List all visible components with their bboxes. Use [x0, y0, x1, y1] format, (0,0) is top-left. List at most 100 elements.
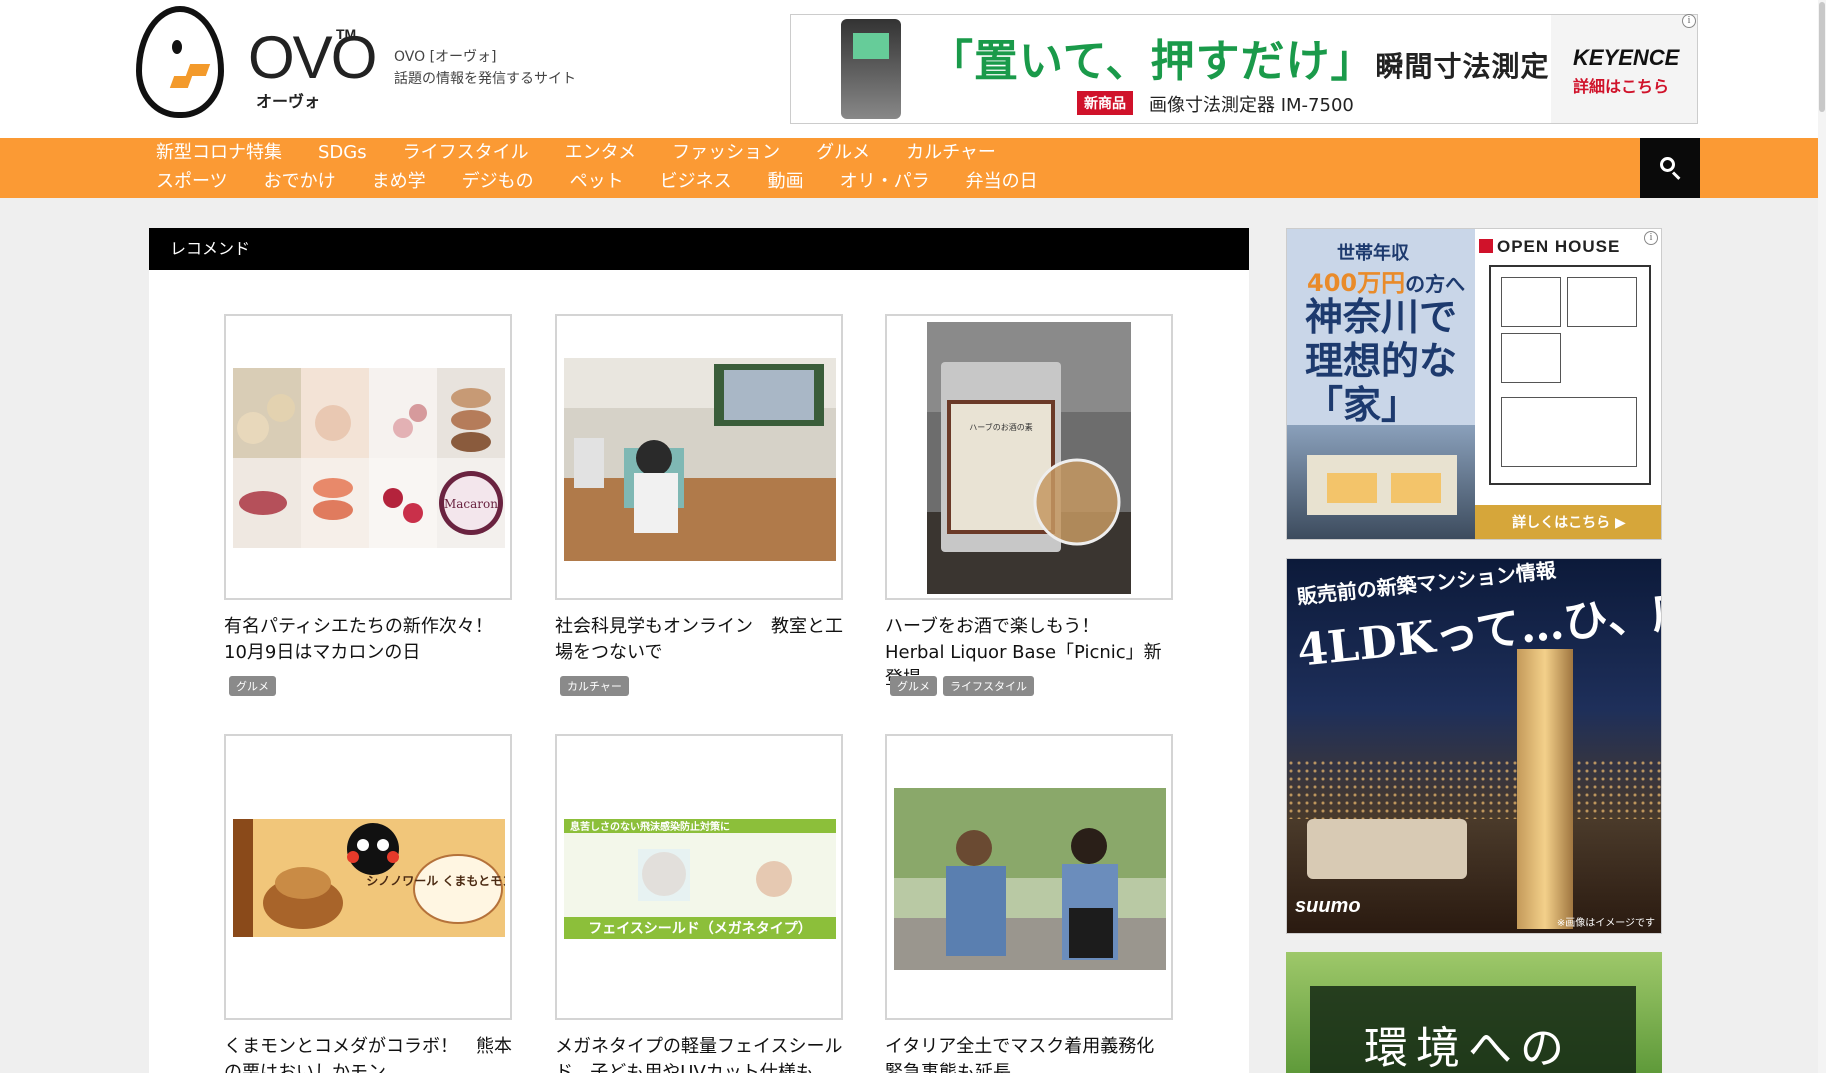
open-house-brand-text: OPEN HOUSE — [1497, 237, 1621, 256]
article-title[interactable]: くまモンとコメダがコラボ！ 熊本の栗はおいしかモン — [224, 1034, 514, 1073]
floor-plan-room — [1567, 277, 1637, 327]
search-icon — [1660, 157, 1675, 172]
egg-mascot-icon — [136, 6, 224, 118]
site-header: OVO TM オーヴォ OVO [オーヴォ] 話題の情報を発信するサイト 「置い… — [0, 0, 1826, 138]
article-tags: グルメ — [229, 676, 276, 696]
ad-headline-main: 「置いて、押すだけ」 — [929, 36, 1376, 87]
floor-plan-room — [1501, 277, 1561, 327]
main-content: レコメンド Macaron 有名パティシエたちの新作次々！ 10月9日はマカロン… — [149, 228, 1249, 1073]
forest-ad-text: 環境への — [1364, 1023, 1572, 1073]
page-scrollbar[interactable] — [1818, 0, 1826, 1073]
article-title[interactable]: メガネタイプの軽量フェイスシールド、子ども用やUVカット仕様も — [555, 1034, 845, 1073]
tag-gourmet[interactable]: グルメ — [229, 676, 276, 696]
nav-item-business[interactable]: ビジネス — [660, 169, 732, 199]
article-thumbnail[interactable]: Macaron — [224, 314, 512, 600]
macaron-collage-image: Macaron — [233, 368, 505, 548]
liquor-package-label: ハーブのお酒の素 — [969, 422, 1033, 432]
tag-lifestyle[interactable]: ライフスタイル — [943, 676, 1034, 696]
logo-trademark: TM — [336, 26, 357, 42]
ad-brand: KEYENCE — [1573, 45, 1680, 70]
faceshield-bottom-text: フェイスシールド（メガネタイプ） — [588, 921, 812, 937]
article-title[interactable]: イタリア全土でマスク着用義務化 緊急事態も延長 — [885, 1034, 1175, 1073]
nav-item-pet[interactable]: ペット — [570, 169, 624, 199]
nav-item-corona[interactable]: 新型コロナ特集 — [156, 140, 282, 170]
ad-headline: 「置いて、押すだけ」瞬間寸法測定 — [929, 25, 1550, 89]
macaron-label: Macaron — [444, 497, 498, 511]
ad-headline-rest: 瞬間寸法測定 — [1375, 50, 1550, 83]
night-city-lights — [1287, 759, 1661, 819]
ad-info-icon[interactable]: i — [1644, 231, 1658, 245]
site-tagline: 話題の情報を発信するサイト — [394, 71, 576, 87]
open-house-line2-suffix: の方へ — [1405, 272, 1466, 296]
open-house-ad-left: 世帯年収 400万円の方へ 神奈川で理想的な「家」を。 — [1287, 229, 1475, 539]
article-title[interactable]: 有名パティシエたちの新作次々！ 10月9日はマカロンの日 — [224, 614, 514, 666]
open-house-line1: 世帯年収 — [1337, 243, 1409, 264]
open-house-ad[interactable]: 世帯年収 400万円の方へ 神奈川で理想的な「家」を。 OPEN HOUSE 詳… — [1286, 228, 1662, 540]
nav-item-sports[interactable]: スポーツ — [156, 169, 228, 199]
nav-item-fashion[interactable]: ファッション — [672, 140, 780, 170]
site-description: OVO [オーヴォ] 話題の情報を発信するサイト — [394, 46, 576, 90]
open-house-income: 400万円 — [1307, 269, 1406, 297]
nav-item-outing[interactable]: おでかけ — [264, 169, 336, 199]
site-name: OVO [オーヴォ] — [394, 49, 497, 65]
section-title: レコメンド — [149, 228, 1249, 270]
tag-gourmet[interactable]: グルメ — [890, 676, 937, 696]
nav-item-digital[interactable]: デジもの — [462, 169, 534, 199]
nav-row-1: 新型コロナ特集 SDGs ライフスタイル エンタメ ファッション グルメ カルチ… — [156, 140, 1032, 170]
mascot-beak-upper — [185, 64, 211, 76]
article-thumbnail[interactable] — [885, 734, 1173, 1020]
top-banner-ad[interactable]: 「置いて、押すだけ」瞬間寸法測定 新商品 画像寸法測定器 IM-7500 KEY… — [790, 14, 1698, 124]
ad-info-icon[interactable]: i — [1682, 14, 1696, 28]
kumamon-banner-text: シノノワール くまもとモンブラン — [366, 873, 505, 888]
suumo-logo: suumo — [1295, 895, 1361, 917]
nav-item-gourmet[interactable]: グルメ — [816, 140, 870, 170]
nav-item-lifestyle[interactable]: ライフスタイル — [403, 140, 529, 170]
open-house-ad-right: OPEN HOUSE 詳しくはこちら ▶ — [1475, 229, 1661, 539]
site-logo[interactable]: OVO TM オーヴォ — [136, 6, 377, 122]
masked-women-image — [894, 788, 1166, 970]
tower-building-image — [1517, 649, 1573, 929]
search-icon-handle — [1671, 171, 1681, 180]
new-product-badge: 新商品 — [1077, 91, 1133, 115]
article-tags: カルチャー — [560, 676, 629, 696]
open-house-brand: OPEN HOUSE — [1479, 237, 1620, 257]
ad-detail-link[interactable]: 詳細はこちら — [1573, 73, 1669, 97]
article-thumbnail[interactable]: ハーブのお酒の素 — [885, 314, 1173, 600]
logo-kana: オーヴォ — [256, 92, 321, 111]
article-thumbnail[interactable] — [555, 314, 843, 600]
mascot-eye — [172, 40, 182, 54]
nav-item-entertainment[interactable]: エンタメ — [565, 140, 636, 170]
open-house-cta[interactable]: 詳しくはこちら ▶ — [1475, 505, 1661, 539]
face-shield-image: 息苦しさのない飛沫感染防止対策に フェイスシールド（メガネタイプ） — [564, 819, 836, 939]
scrollbar-thumb[interactable] — [1819, 2, 1825, 112]
nav-item-culture[interactable]: カルチャー — [906, 140, 996, 170]
ad-product-model: 画像寸法測定器 IM-7500 — [1149, 95, 1354, 116]
forest-ad[interactable]: 環境への — [1286, 952, 1662, 1073]
mascot-beak-lower — [169, 76, 193, 88]
category-nav: 新型コロナ特集 SDGs ライフスタイル エンタメ ファッション グルメ カルチ… — [0, 138, 1826, 198]
nav-item-video[interactable]: 動画 — [768, 169, 804, 199]
house-photo — [1287, 425, 1475, 539]
nav-item-olympics[interactable]: オリ・パラ — [840, 169, 930, 199]
logo-wordmark: OVO — [248, 24, 377, 91]
article-thumbnail[interactable]: シノノワール くまもとモンブラン — [224, 734, 512, 1020]
living-room-sofa — [1307, 819, 1467, 879]
nav-inner: 新型コロナ特集 SDGs ライフスタイル エンタメ ファッション グルメ カルチ… — [138, 138, 1638, 198]
floor-plan-image — [1489, 265, 1651, 485]
open-house-line2: 400万円の方へ — [1307, 263, 1465, 298]
nav-item-trivia[interactable]: まめ学 — [372, 169, 426, 199]
tag-culture[interactable]: カルチャー — [560, 676, 629, 696]
kumamon-komeda-image: シノノワール くまもとモンブラン — [233, 819, 505, 937]
classroom-image — [564, 358, 836, 561]
nav-item-bento-day[interactable]: 弁当の日 — [966, 169, 1038, 199]
article-tags: グルメ ライフスタイル — [890, 676, 1034, 696]
search-button[interactable] — [1640, 138, 1700, 198]
article-thumbnail[interactable]: 息苦しさのない飛沫感染防止対策に フェイスシールド（メガネタイプ） — [555, 734, 843, 1020]
article-title[interactable]: 社会科見学もオンライン 教室と工場をつないで — [555, 614, 845, 666]
ad-brand-box: KEYENCE 詳細はこちら — [1551, 15, 1697, 123]
suumo-image-note: ※画像はイメージです — [1556, 918, 1655, 929]
nav-item-sdgs[interactable]: SDGs — [318, 140, 367, 170]
nav-row-2: スポーツ おでかけ まめ学 デジもの ペット ビジネス 動画 オリ・パラ 弁当の… — [156, 169, 1074, 199]
faceshield-top-text: 息苦しさのない飛沫感染防止対策に — [570, 820, 730, 833]
suumo-ad[interactable]: 販売前の新築マンション情報 4LDKって…ひ、広い! suumo ※画像はイメー… — [1286, 558, 1662, 934]
